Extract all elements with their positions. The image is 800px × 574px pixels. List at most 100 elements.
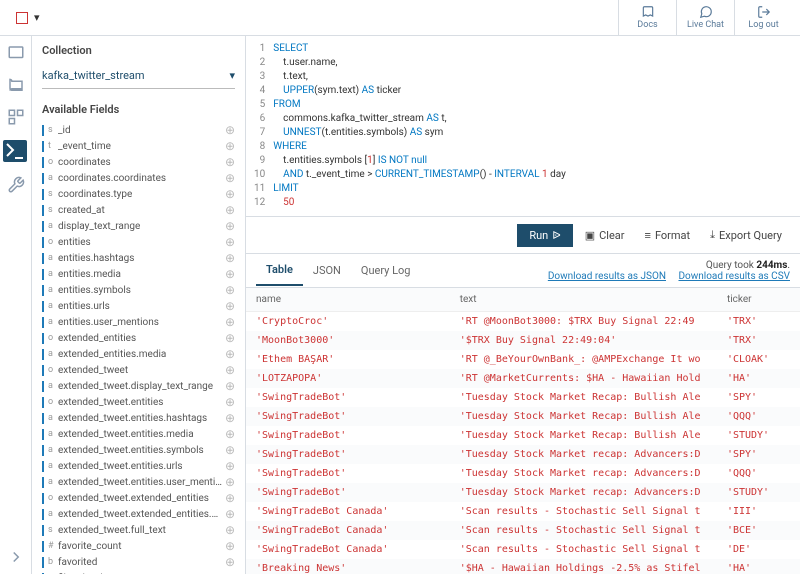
field-item[interactable]: aentities.media⊕	[42, 266, 235, 282]
field-item[interactable]: oentities⊕	[42, 234, 235, 250]
field-item[interactable]: aextended_tweet.extended_entities.med⊕	[42, 506, 235, 522]
table-row[interactable]: 'SwingTradeBot Canada''Scan results - St…	[246, 540, 800, 559]
add-field-icon[interactable]: ⊕	[225, 123, 235, 137]
add-field-icon[interactable]: ⊕	[225, 411, 235, 425]
sql-editor[interactable]: 123456789101112 SELECT t.user.name, t.te…	[246, 36, 800, 216]
clear-button[interactable]: ▣Clear	[577, 224, 633, 247]
add-field-icon[interactable]: ⊕	[225, 363, 235, 377]
add-field-icon[interactable]: ⊕	[225, 443, 235, 457]
cell: 'RT @MoonBot3000: $TRX Buy Signal 22:49	[450, 312, 717, 332]
field-item[interactable]: sextended_tweet.full_text⊕	[42, 522, 235, 538]
table-row[interactable]: 'LOTZAPOPA''RT @MarketCurrents: $HA - Ha…	[246, 369, 800, 388]
rail-item-settings[interactable]	[7, 176, 25, 194]
rail-item-collections[interactable]	[7, 76, 25, 94]
table-row[interactable]: 'SwingTradeBot''Tuesday Stock Market rec…	[246, 483, 800, 502]
rail-collapse[interactable]	[7, 548, 25, 566]
table-row[interactable]: 'SwingTradeBot Canada''Scan results - St…	[246, 502, 800, 521]
field-item[interactable]: oextended_tweet.entities⊕	[42, 394, 235, 410]
field-item[interactable]: scoordinates.type⊕	[42, 186, 235, 202]
download-json-link[interactable]: Download results as JSON	[548, 271, 666, 282]
add-field-icon[interactable]: ⊕	[225, 555, 235, 569]
workspace-selector[interactable]: ▾	[8, 7, 48, 28]
add-field-icon[interactable]: ⊕	[225, 267, 235, 281]
column-header[interactable]: ticker	[717, 288, 800, 312]
add-field-icon[interactable]: ⊕	[225, 171, 235, 185]
field-item[interactable]: aextended_tweet.entities.media⊕	[42, 426, 235, 442]
add-field-icon[interactable]: ⊕	[225, 219, 235, 233]
add-field-icon[interactable]: ⊕	[225, 427, 235, 441]
add-field-icon[interactable]: ⊕	[225, 187, 235, 201]
logout-button[interactable]: Log out	[734, 0, 792, 36]
add-field-icon[interactable]: ⊕	[225, 155, 235, 169]
add-field-icon[interactable]: ⊕	[225, 139, 235, 153]
rail-item-integrations[interactable]	[7, 108, 25, 126]
add-field-icon[interactable]: ⊕	[225, 459, 235, 473]
add-field-icon[interactable]: ⊕	[225, 539, 235, 553]
add-field-icon[interactable]: ⊕	[225, 523, 235, 537]
add-field-icon[interactable]: ⊕	[225, 507, 235, 521]
table-row[interactable]: 'MoonBot3000''$TRX Buy Signal 22:49:04''…	[246, 331, 800, 350]
column-header[interactable]: name	[246, 288, 450, 312]
tab-query-log[interactable]: Query Log	[351, 256, 421, 285]
field-item[interactable]: screated_at⊕	[42, 202, 235, 218]
field-item[interactable]: oextended_entities⊕	[42, 330, 235, 346]
live-chat-button[interactable]: Live Chat	[676, 0, 734, 36]
field-item[interactable]: aextended_tweet.entities.symbols⊕	[42, 442, 235, 458]
field-item[interactable]: bfavorited⊕	[42, 554, 235, 570]
add-field-icon[interactable]: ⊕	[225, 379, 235, 393]
field-item[interactable]: sfilter_level⊕	[42, 570, 235, 574]
download-csv-link[interactable]: Download results as CSV	[678, 271, 790, 282]
field-item[interactable]: adisplay_text_range⊕	[42, 218, 235, 234]
field-item[interactable]: aextended_tweet.entities.user_mention⊕	[42, 474, 235, 490]
table-row[interactable]: 'SwingTradeBot''Tuesday Stock Market Rec…	[246, 426, 800, 445]
rail-item-overview[interactable]	[7, 44, 25, 62]
field-item[interactable]: s_id⊕	[42, 122, 235, 138]
add-field-icon[interactable]: ⊕	[225, 235, 235, 249]
format-button[interactable]: ≡Format	[637, 224, 699, 247]
table-row[interactable]: 'Breaking News''$HA - Hawaiian Holdings …	[246, 559, 800, 574]
field-item[interactable]: #favorite_count⊕	[42, 538, 235, 554]
field-item[interactable]: oextended_tweet⊕	[42, 362, 235, 378]
add-field-icon[interactable]: ⊕	[225, 395, 235, 409]
table-row[interactable]: 'SwingTradeBot Canada''Scan results - St…	[246, 521, 800, 540]
field-item[interactable]: aextended_tweet.entities.urls⊕	[42, 458, 235, 474]
add-field-icon[interactable]: ⊕	[225, 315, 235, 329]
tab-table[interactable]: Table	[256, 255, 303, 286]
field-item[interactable]: aentities.symbols⊕	[42, 282, 235, 298]
fields-heading: Available Fields	[42, 103, 235, 116]
add-field-icon[interactable]: ⊕	[225, 283, 235, 297]
add-field-icon[interactable]: ⊕	[225, 475, 235, 489]
column-header[interactable]: text	[450, 288, 717, 312]
field-item[interactable]: aentities.hashtags⊕	[42, 250, 235, 266]
add-field-icon[interactable]: ⊕	[225, 347, 235, 361]
table-row[interactable]: 'SwingTradeBot''Tuesday Stock Market Rec…	[246, 407, 800, 426]
rail-item-query[interactable]	[3, 140, 27, 162]
field-item[interactable]: aextended_tweet.entities.hashtags⊕	[42, 410, 235, 426]
tab-json[interactable]: JSON	[303, 256, 351, 285]
field-item[interactable]: aentities.user_mentions⊕	[42, 314, 235, 330]
field-item[interactable]: t_event_time⊕	[42, 138, 235, 154]
field-item[interactable]: aextended_entities.media⊕	[42, 346, 235, 362]
field-item[interactable]: aextended_tweet.display_text_range⊕	[42, 378, 235, 394]
cell: 'Scan results - Stochastic Sell Signal t	[450, 540, 717, 559]
export-button[interactable]: ⤓Export Query	[702, 223, 790, 247]
add-field-icon[interactable]: ⊕	[225, 299, 235, 313]
run-button[interactable]: Runᐉ	[517, 224, 572, 247]
table-row[interactable]: 'SwingTradeBot''Tuesday Stock Market rec…	[246, 445, 800, 464]
add-field-icon[interactable]: ⊕	[225, 491, 235, 505]
collection-selector[interactable]: kafka_twitter_stream ▾	[42, 63, 235, 89]
results-grid[interactable]: nametextticker 'CryptoCroc''RT @MoonBot3…	[246, 288, 800, 574]
table-row[interactable]: 'CryptoCroc''RT @MoonBot3000: $TRX Buy S…	[246, 312, 800, 332]
field-item[interactable]: aentities.urls⊕	[42, 298, 235, 314]
field-item[interactable]: oextended_tweet.extended_entities⊕	[42, 490, 235, 506]
table-row[interactable]: 'SwingTradeBot''Tuesday Stock Market rec…	[246, 464, 800, 483]
field-item[interactable]: ocoordinates⊕	[42, 154, 235, 170]
add-field-icon[interactable]: ⊕	[225, 251, 235, 265]
field-item[interactable]: acoordinates.coordinates⊕	[42, 170, 235, 186]
cell: 'Tuesday Stock Market recap: Advancers:D	[450, 464, 717, 483]
table-row[interactable]: 'Ethem BAŞAR''RT @_BeYourOwnBank_: @AMPE…	[246, 350, 800, 369]
add-field-icon[interactable]: ⊕	[225, 203, 235, 217]
docs-button[interactable]: Docs	[618, 0, 676, 36]
add-field-icon[interactable]: ⊕	[225, 331, 235, 345]
table-row[interactable]: 'SwingTradeBot''Tuesday Stock Market Rec…	[246, 388, 800, 407]
